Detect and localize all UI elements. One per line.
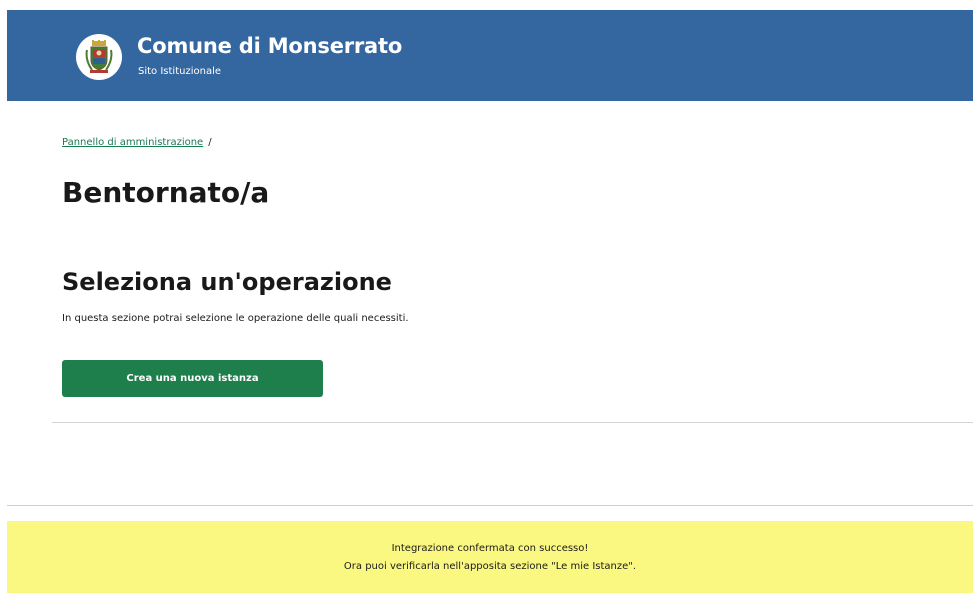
site-header: Comune di Monserrato Sito Istituzionale — [7, 10, 973, 101]
create-new-instance-button[interactable]: Crea una nuova istanza — [62, 360, 323, 397]
site-subtitle: Sito Istituzionale — [138, 66, 222, 77]
site-title[interactable]: Comune di Monserrato — [137, 34, 402, 58]
breadcrumb-separator: / — [208, 137, 212, 148]
page-title: Bentornato/a — [62, 176, 270, 209]
section-divider — [52, 422, 973, 423]
notice-message-line-2: Ora puoi verificarla nell'apposita sezio… — [343, 560, 637, 572]
section-title: Seleziona un'operazione — [62, 268, 392, 296]
notice-message-line-1: Integrazione confermata con successo! — [391, 542, 589, 554]
success-notice: Integrazione confermata con successo! Or… — [7, 521, 973, 593]
section-description: In questa sezione potrai selezione le op… — [62, 313, 409, 324]
breadcrumb-link-admin-panel[interactable]: Pannello di amministrazione — [62, 137, 203, 148]
footer-divider — [7, 505, 973, 506]
breadcrumb: Pannello di amministrazione / — [62, 137, 212, 148]
municipal-crest-icon[interactable] — [76, 34, 122, 80]
